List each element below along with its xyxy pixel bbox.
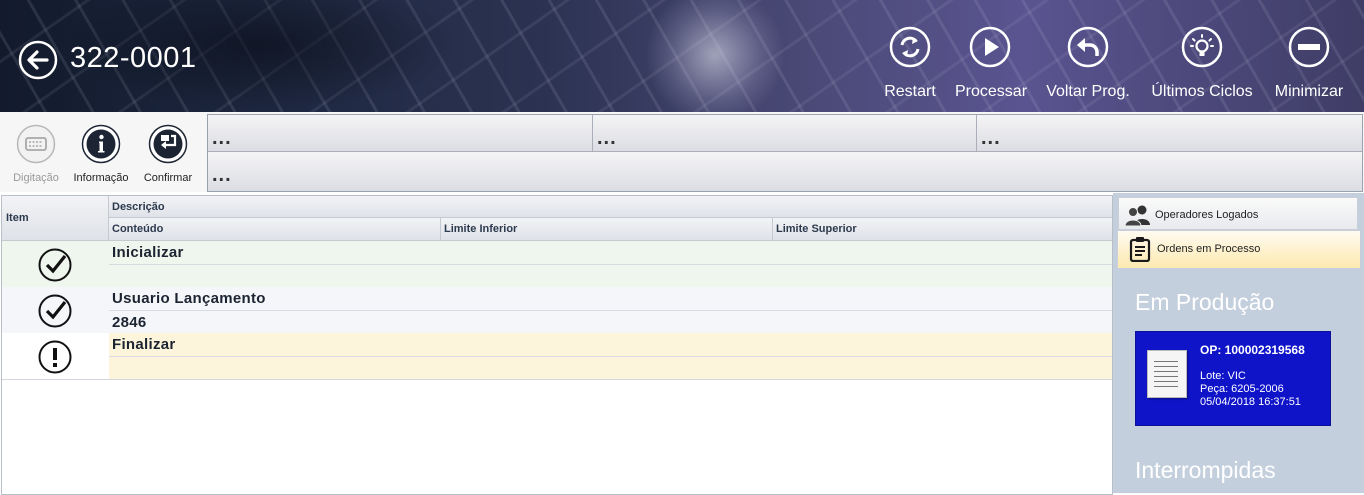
tab-operadores-label: Operadores Logados — [1155, 209, 1259, 221]
row-descricao: Finalizar — [112, 336, 176, 353]
minus-icon — [1288, 26, 1330, 68]
minimizar-label: Minimizar — [1274, 83, 1344, 100]
clipboard-icon — [1129, 237, 1151, 262]
check-circle-icon — [38, 294, 72, 328]
minimizar-button[interactable]: Minimizar — [1272, 26, 1346, 101]
order-date: 05/04/2018 16:37:51 — [1200, 396, 1301, 408]
users-icon — [1125, 205, 1150, 226]
row-conteudo: 2846 — [112, 314, 147, 331]
confirmar-button[interactable]: Confirmar — [138, 124, 198, 184]
info-icon — [81, 124, 121, 164]
column-header-limite-inferior[interactable]: Limite Inferior — [441, 218, 773, 241]
station-title: 322-0001 — [70, 42, 197, 74]
confirmar-label: Confirmar — [143, 172, 193, 184]
informacao-button[interactable]: Informação — [70, 124, 132, 184]
processar-button[interactable]: Processar — [955, 26, 1028, 101]
back-button[interactable] — [18, 40, 58, 80]
table-row[interactable]: Inicializar — [2, 241, 1112, 288]
order-peca: Peça: 6205-2006 — [1200, 383, 1284, 395]
lightbulb-icon — [1181, 26, 1223, 68]
column-header-conteudo[interactable]: Conteúdo — [109, 218, 441, 241]
play-icon — [969, 26, 1011, 68]
voltar-prog-button[interactable]: Voltar Prog. — [1045, 26, 1131, 101]
voltar-prog-label: Voltar Prog. — [1046, 83, 1130, 100]
info-field: ... — [593, 115, 977, 152]
processar-label: Processar — [955, 83, 1028, 100]
restart-label: Restart — [884, 83, 936, 100]
tab-ordens-em-processo[interactable]: Ordens em Processo — [1117, 230, 1361, 268]
restart-button[interactable]: Restart — [883, 26, 937, 101]
order-lote: Lote: VIC — [1200, 370, 1246, 382]
document-icon — [1147, 350, 1187, 398]
table-row[interactable]: Usuario Lançamento 2846 — [2, 287, 1112, 334]
digitacao-label: Digitação — [13, 172, 59, 184]
tab-operadores-logados[interactable]: Operadores Logados — [1118, 197, 1358, 230]
check-circle-icon — [38, 248, 72, 282]
section-em-producao: Em Produção — [1135, 289, 1275, 315]
back-arrow-icon — [18, 40, 58, 80]
info-field: ... — [977, 115, 1362, 152]
undo-icon — [1067, 26, 1109, 68]
exclamation-circle-icon — [38, 340, 72, 374]
restart-icon — [889, 26, 931, 68]
row-descricao: Inicializar — [112, 244, 184, 261]
column-header-item[interactable]: Item — [2, 196, 109, 241]
column-header-limite-superior[interactable]: Limite Superior — [773, 218, 1112, 241]
ultimos-ciclos-label: Últimos Ciclos — [1151, 83, 1253, 100]
keyboard-icon — [16, 124, 56, 164]
ultimos-ciclos-button[interactable]: Últimos Ciclos — [1150, 26, 1254, 101]
enter-icon — [148, 124, 188, 164]
table-row[interactable]: Finalizar — [2, 333, 1112, 380]
info-fields: ... ... ... ... — [207, 114, 1363, 192]
tab-ordens-label: Ordens em Processo — [1157, 243, 1261, 255]
header-banner: 322-0001 Restart Processar Voltar Prog. — [0, 0, 1364, 112]
informacao-label: Informação — [73, 172, 129, 184]
info-field: ... — [208, 152, 1362, 191]
order-number: OP: 100002319568 — [1200, 343, 1305, 357]
info-field: ... — [208, 115, 593, 152]
digitacao-button[interactable]: Digitação — [10, 124, 62, 184]
section-interrompidas: Interrompidas — [1135, 457, 1276, 483]
row-descricao: Usuario Lançamento — [112, 290, 266, 307]
right-panel: Operadores Logados Ordens em Processo Em… — [1113, 193, 1364, 493]
checklist-grid: Item Descrição Conteúdo Limite Inferior … — [1, 195, 1113, 495]
order-card[interactable]: OP: 100002319568 Lote: VIC Peça: 6205-20… — [1135, 331, 1331, 426]
column-header-descricao[interactable]: Descrição — [109, 196, 1112, 218]
